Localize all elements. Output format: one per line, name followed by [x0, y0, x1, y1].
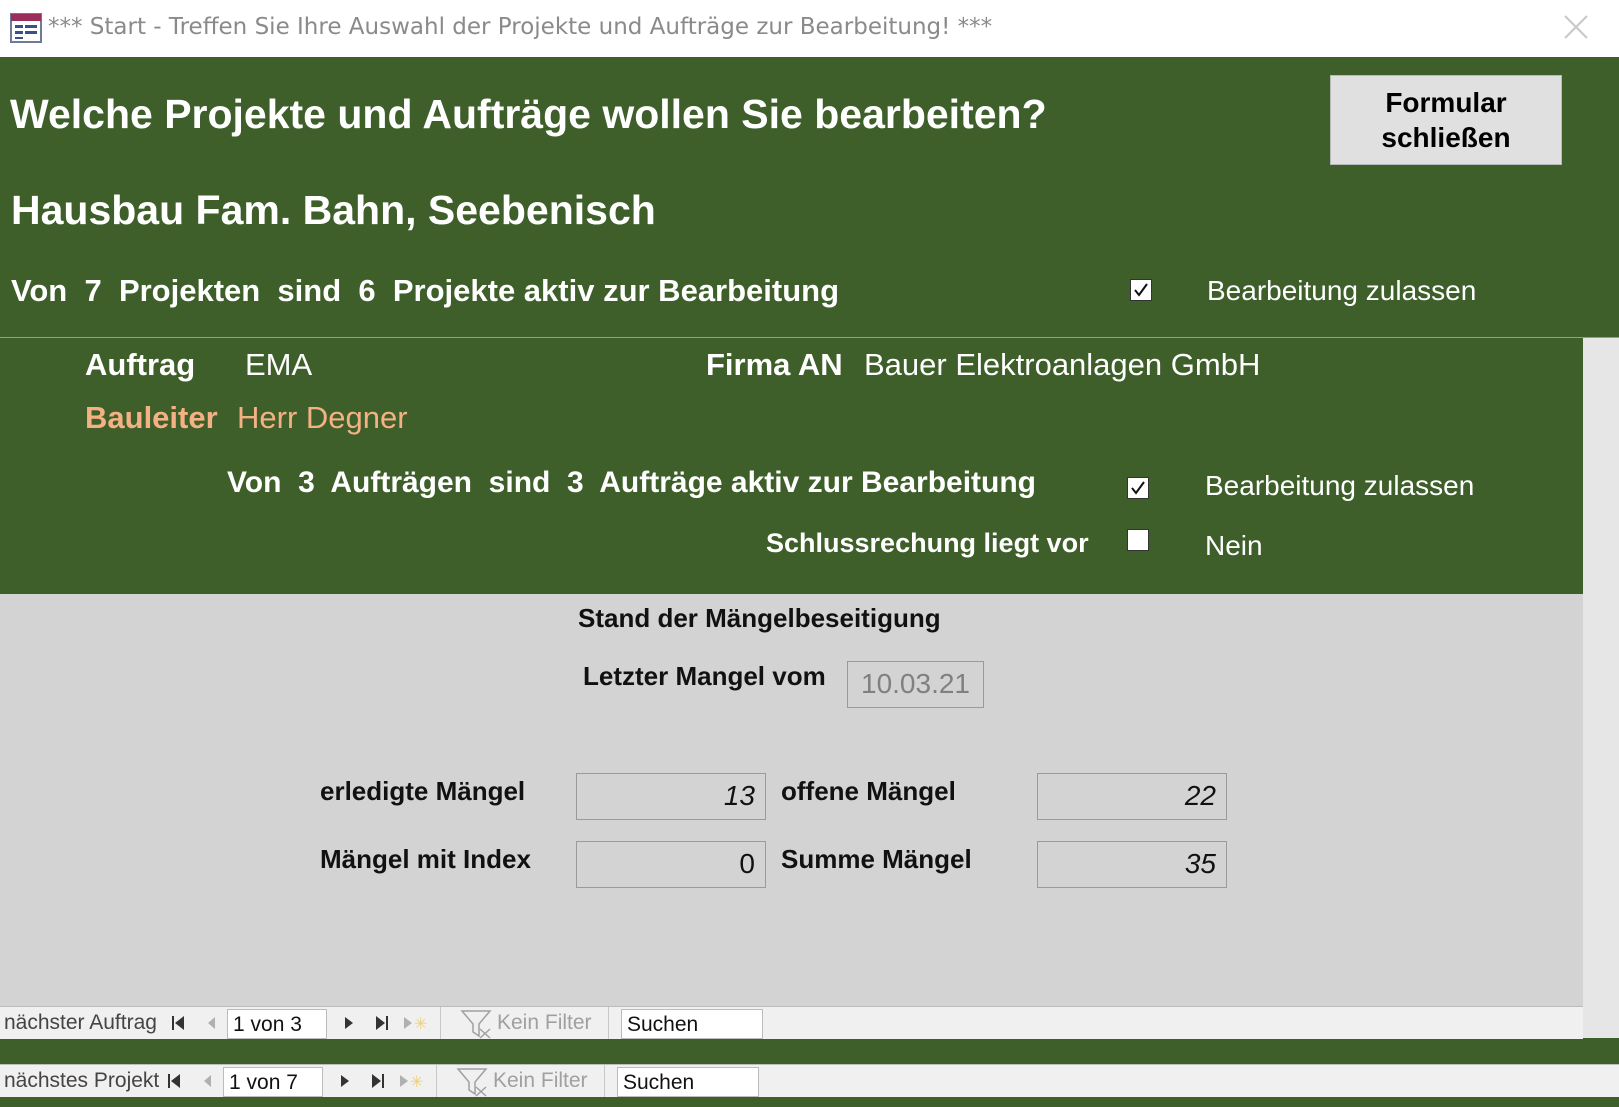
sum-defects-label: Summe Mängel	[781, 844, 972, 874]
filter-icon[interactable]	[456, 1065, 490, 1097]
last-defect-date-field[interactable]: 10.03.21	[847, 661, 984, 708]
order-nav-label: nächster Auftrag	[4, 1011, 157, 1034]
indexed-defects-label: Mängel mit Index	[320, 844, 531, 874]
project-filter-status[interactable]: Kein Filter	[493, 1065, 588, 1097]
nav-separator	[436, 1065, 437, 1097]
done-defects-field[interactable]: 13	[576, 773, 766, 820]
page-title: Welche Projekte und Aufträge wollen Sie …	[10, 91, 1047, 137]
order-allow-edit-label: Bearbeitung zulassen	[1205, 470, 1475, 501]
project-nav-label: nächstes Projekt	[4, 1069, 160, 1092]
new-record-icon[interactable]: ✳	[402, 1007, 430, 1039]
order-label: Auftrag	[85, 347, 196, 382]
order-allow-edit-checkbox[interactable]	[1127, 477, 1149, 499]
last-defect-label: Letzter Mangel vom	[583, 661, 826, 691]
next-record-icon[interactable]	[343, 1007, 355, 1039]
nav-separator	[608, 1007, 609, 1039]
site-manager-value: Herr Degner	[237, 400, 408, 435]
subform-scrollbar[interactable]	[1583, 338, 1619, 1038]
order-value: EMA	[245, 347, 313, 382]
project-allow-edit-label: Bearbeitung zulassen	[1207, 275, 1477, 306]
form-icon	[10, 13, 42, 43]
open-defects-field[interactable]: 22	[1037, 773, 1227, 820]
next-record-icon[interactable]	[339, 1065, 351, 1097]
prev-record-icon[interactable]	[201, 1065, 213, 1097]
nav-separator	[604, 1065, 605, 1097]
open-defects-label: offene Mängel	[781, 776, 956, 806]
project-record-navigator: nächstes Projekt 1 von 7 ✳ Kein Filter S…	[0, 1064, 1619, 1097]
company-label: Firma AN	[706, 347, 843, 382]
close-icon[interactable]	[1563, 14, 1589, 40]
final-invoice-checkbox[interactable]	[1127, 529, 1149, 551]
defects-section-title: Stand der Mängelbeseitigung	[578, 603, 941, 633]
project-search-input[interactable]: Suchen	[617, 1067, 759, 1097]
prev-record-icon[interactable]	[205, 1007, 217, 1039]
window-titlebar: *** Start - Treffen Sie Ihre Auswahl der…	[0, 0, 1619, 58]
orders-summary: Von 3 Aufträgen sind 3 Aufträge aktiv zu…	[227, 466, 1037, 499]
project-name: Hausbau Fam. Bahn, Seebenisch	[11, 187, 656, 233]
close-form-label-2: schließen	[1381, 122, 1511, 153]
nav-separator	[440, 1007, 441, 1039]
svg-text:✳: ✳	[410, 1072, 423, 1091]
order-filter-status[interactable]: Kein Filter	[497, 1007, 592, 1039]
first-record-icon[interactable]	[166, 1065, 182, 1097]
close-form-button[interactable]: Formular schließen	[1330, 75, 1562, 165]
header-edge	[1603, 57, 1619, 338]
close-form-label-1: Formular	[1385, 87, 1507, 118]
outer-form-footer	[0, 1039, 1619, 1065]
order-record-navigator: nächster Auftrag 1 von 3 ✳ Kein Filter S…	[0, 1006, 1583, 1039]
company-value: Bauer Elektroanlagen GmbH	[864, 347, 1261, 382]
project-record-counter[interactable]: 1 von 7	[223, 1067, 323, 1097]
window-title: *** Start - Treffen Sie Ihre Auswahl der…	[48, 14, 993, 40]
final-invoice-label: Schlussrechung liegt vor	[766, 528, 1089, 558]
new-record-icon[interactable]: ✳	[398, 1065, 426, 1097]
first-record-icon[interactable]	[170, 1007, 186, 1039]
order-search-input[interactable]: Suchen	[621, 1009, 763, 1039]
projects-summary: Von 7 Projekten sind 6 Projekte aktiv zu…	[11, 273, 840, 308]
project-allow-edit-checkbox[interactable]	[1130, 279, 1152, 301]
last-record-icon[interactable]	[374, 1007, 390, 1039]
final-invoice-value: Nein	[1205, 530, 1263, 561]
sum-defects-field[interactable]: 35	[1037, 841, 1227, 888]
last-record-icon[interactable]	[370, 1065, 386, 1097]
filter-icon[interactable]	[460, 1007, 494, 1039]
order-record-counter[interactable]: 1 von 3	[227, 1009, 327, 1039]
svg-text:✳: ✳	[414, 1014, 427, 1033]
indexed-defects-field[interactable]: 0	[576, 841, 766, 888]
site-manager-label: Bauleiter	[85, 400, 218, 435]
done-defects-label: erledigte Mängel	[320, 776, 526, 806]
